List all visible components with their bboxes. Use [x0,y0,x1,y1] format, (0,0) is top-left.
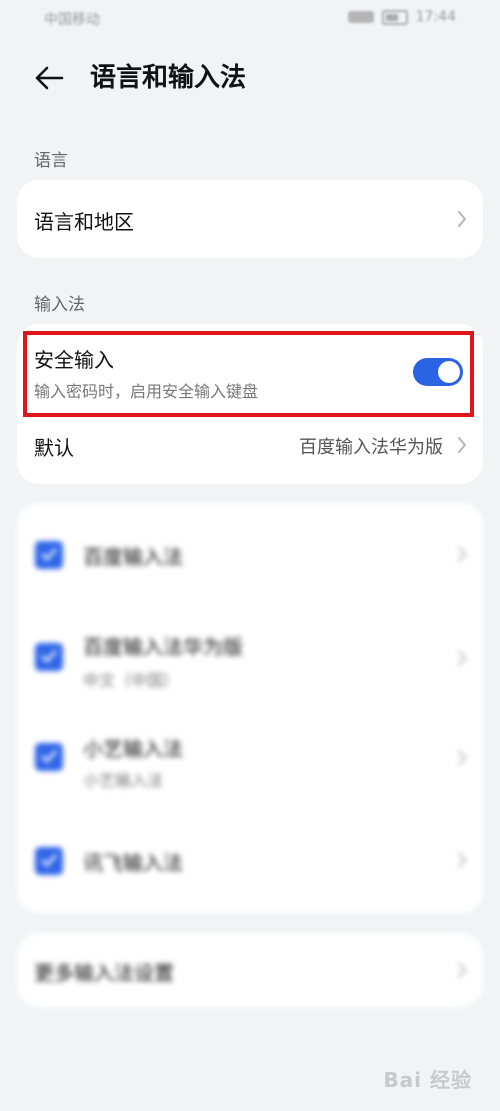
checkbox-checked-icon[interactable] [35,643,63,671]
chevron-right-icon [458,437,466,453]
chevron-right-icon [458,852,467,868]
chevron-right-icon [458,962,467,978]
highlight-box [23,331,474,417]
input-method-item[interactable]: 百度输入法华为版 中文（中国） [17,607,483,707]
page-title: 语言和输入法 [90,63,247,93]
signal-icon [347,11,374,23]
input-method-name: 百度输入法华为版 [83,635,243,659]
section-label-input: 输入法 [34,295,85,315]
carrier-text: 中国移动 [44,12,100,28]
chevron-right-icon [458,750,467,766]
back-button[interactable] [30,58,70,98]
default-input-row[interactable]: 默认 百度输入法华为版 [17,420,483,480]
more-settings-card: 更多输入法设置 [17,933,483,1007]
checkbox-checked-icon[interactable] [35,847,63,875]
default-input-title: 默认 [34,436,74,460]
status-time: 17:44 [415,9,456,25]
input-method-name: 小艺输入法 [83,737,183,761]
chevron-right-icon [458,546,467,562]
checkbox-checked-icon[interactable] [35,541,63,569]
input-method-name: 讯飞输入法 [83,851,183,875]
input-method-name: 百度输入法 [83,545,183,569]
arrow-left-icon [35,66,64,90]
input-method-sub: 小艺输入法 [83,771,164,790]
language-region-label: 语言和地区 [34,210,134,234]
more-settings-label: 更多输入法设置 [34,961,174,985]
checkbox-checked-icon[interactable] [35,743,63,771]
default-input-value: 百度输入法华为版 [299,437,443,458]
input-method-item[interactable]: 讯飞输入法 [17,807,483,911]
language-region-row[interactable]: 语言和地区 [17,180,483,258]
chevron-right-icon [458,211,466,227]
header: 语言和输入法 [0,48,500,108]
section-label-language: 语言 [34,151,68,171]
more-settings-row[interactable]: 更多输入法设置 [17,933,483,1007]
baidu-jingyan-watermark: Bai 经验 [383,1068,472,1092]
input-method-item[interactable]: 小艺输入法 小艺输入法 [17,707,483,807]
language-card: 语言和地区 [17,180,483,258]
input-method-item[interactable]: 百度输入法 [17,503,483,607]
status-bar: 中国移动 17:44 [0,0,500,40]
chevron-right-icon [458,650,467,666]
input-methods-card: 百度输入法 百度输入法华为版 中文（中国） 小艺输入法 小艺输入法 讯飞输入法 [17,503,483,913]
input-method-sub: 中文（中国） [83,671,180,690]
battery-icon [381,9,408,25]
